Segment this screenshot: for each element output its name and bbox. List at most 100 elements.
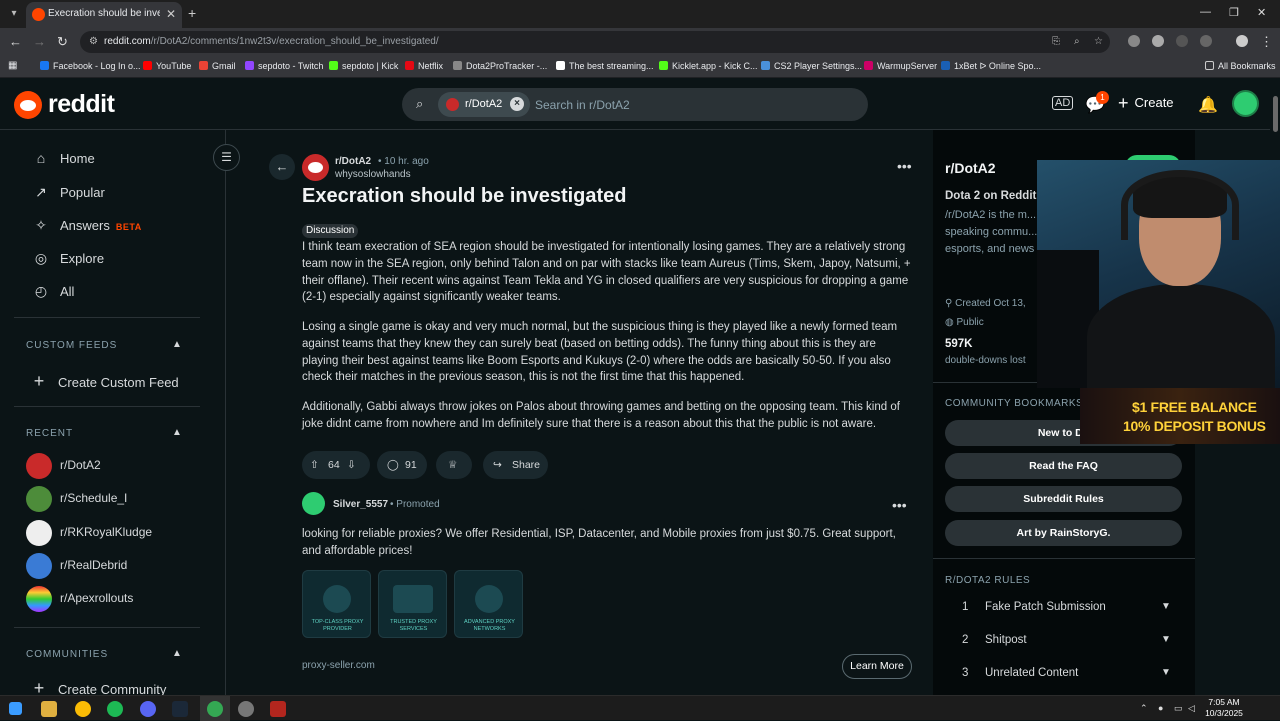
tray-chevron-icon[interactable]: ⌃ bbox=[1140, 703, 1148, 714]
communities-heading[interactable]: COMMUNITIES bbox=[26, 649, 108, 660]
post-overflow-icon[interactable]: ••• bbox=[897, 158, 912, 174]
bookmark-item[interactable]: Kicklet.app - Kick C... bbox=[659, 61, 758, 71]
bookmark-star-icon[interactable]: ☆ bbox=[1094, 36, 1103, 47]
bookmark-item[interactable]: YouTube bbox=[143, 61, 191, 71]
extensions-puzzle-icon[interactable] bbox=[1200, 35, 1212, 47]
post-flair[interactable]: Discussion bbox=[302, 224, 359, 238]
chrome-icon[interactable] bbox=[75, 701, 91, 717]
window-close-icon[interactable]: ✕ bbox=[1257, 6, 1266, 19]
bookmark-item[interactable]: Dota2ProTracker -... bbox=[453, 61, 547, 71]
steam-icon[interactable] bbox=[172, 701, 188, 717]
recent-community[interactable]: r/RKRoyalKludge bbox=[26, 520, 152, 546]
bookmark-button[interactable]: Art by RainStoryG. bbox=[945, 520, 1182, 546]
recent-community[interactable]: r/DotA2 bbox=[26, 453, 101, 479]
minimize-icon[interactable]: — bbox=[1200, 6, 1211, 18]
upvote-icon[interactable]: ⇧ bbox=[310, 459, 319, 471]
apps-icon[interactable]: ▦ bbox=[8, 60, 17, 71]
recent-community[interactable]: r/RealDebrid bbox=[26, 553, 127, 579]
chevron-up-icon[interactable]: ▲ bbox=[172, 339, 182, 350]
create-custom-feed[interactable]: + Create Custom Feed bbox=[30, 371, 179, 392]
bookmark-item[interactable]: Gmail bbox=[199, 61, 236, 71]
tab-close-icon[interactable]: ✕ bbox=[166, 7, 176, 21]
award-button[interactable]: ♕ bbox=[436, 451, 472, 479]
obs-icon[interactable] bbox=[238, 701, 254, 717]
bookmark-button[interactable]: Read the FAQ bbox=[945, 453, 1182, 479]
reddit-wordmark[interactable]: reddit bbox=[48, 90, 115, 119]
promo-card[interactable]: TRUSTED PROXY SERVICES bbox=[378, 570, 447, 638]
share-button[interactable]: ↪ Share bbox=[483, 451, 548, 479]
sidebar-item-popular[interactable]: ↗ Popular bbox=[32, 184, 105, 201]
back-icon[interactable]: ← bbox=[9, 34, 22, 49]
custom-feeds-heading[interactable]: CUSTOM FEEDS bbox=[26, 340, 117, 351]
promo-card[interactable]: TOP-CLASS PROXY PROVIDER bbox=[302, 570, 371, 638]
new-tab-icon[interactable]: + bbox=[188, 5, 196, 21]
address-bar[interactable]: ⚙ reddit.com/r/DotA2/comments/1nw2t3v/ex… bbox=[80, 31, 1110, 53]
bookmark-item[interactable]: sepdoto | Kick bbox=[329, 61, 398, 71]
recent-community[interactable]: r/Schedule_I bbox=[26, 486, 127, 512]
sidebar-item-home[interactable]: ⌂ Home bbox=[32, 150, 95, 166]
recent-community[interactable]: r/Apexrollouts bbox=[26, 586, 133, 612]
profile-icon[interactable] bbox=[1236, 35, 1248, 47]
chrome-active-icon[interactable] bbox=[207, 701, 223, 717]
learn-more-button[interactable]: Learn More bbox=[842, 654, 912, 679]
advertiser-avatar[interactable] bbox=[302, 492, 325, 515]
install-app-icon[interactable]: ⎘ bbox=[1052, 36, 1060, 47]
extension-icon[interactable] bbox=[1152, 35, 1164, 47]
sidebar-item-all[interactable]: ◴ All bbox=[32, 283, 75, 300]
promo-text[interactable]: looking for reliable proxies? We offer R… bbox=[302, 526, 914, 560]
clock[interactable]: 7:05 AM 10/3/2025 bbox=[1202, 697, 1246, 719]
volume-icon[interactable]: ◁ bbox=[1188, 703, 1195, 714]
site-info-icon[interactable]: ⚙ bbox=[89, 36, 98, 47]
user-avatar[interactable] bbox=[1232, 90, 1259, 117]
discord-icon[interactable] bbox=[140, 701, 156, 717]
recent-heading[interactable]: RECENT bbox=[26, 428, 73, 439]
downvote-icon[interactable]: ⇩ bbox=[347, 459, 356, 471]
notification-bell-icon[interactable]: 🔔 bbox=[1198, 95, 1218, 115]
bookmark-item[interactable]: 1xBet ᐅ Online Spo... bbox=[941, 61, 1041, 72]
app-icon[interactable] bbox=[270, 701, 286, 717]
clear-scope-icon[interactable]: × bbox=[510, 97, 524, 111]
bookmark-item[interactable]: WarmupServer bbox=[864, 61, 937, 71]
file-explorer-icon[interactable] bbox=[41, 701, 57, 717]
promo-domain[interactable]: proxy-seller.com bbox=[302, 660, 375, 671]
search-scope-chip[interactable]: r/DotA2 × bbox=[438, 92, 530, 117]
all-bookmarks[interactable]: All Bookmarks bbox=[1205, 61, 1276, 71]
zoom-icon[interactable]: ⌕ bbox=[1074, 36, 1080, 47]
chrome-menu-icon[interactable]: ⋮ bbox=[1260, 34, 1273, 50]
comments-button[interactable]: ◯ 91 bbox=[377, 451, 427, 479]
promo-card[interactable]: ADVANCED PROXY NETWORKS bbox=[454, 570, 523, 638]
chevron-up-icon[interactable]: ▲ bbox=[172, 648, 182, 659]
browser-tab[interactable]: Execration should be investigated ✕ bbox=[26, 2, 182, 28]
bookmark-item[interactable]: Facebook - Log In o... bbox=[40, 61, 141, 71]
post-author[interactable]: whysoslowhands bbox=[335, 169, 411, 180]
network-icon[interactable]: ▭ bbox=[1174, 703, 1183, 714]
chevron-up-icon[interactable]: ▲ bbox=[172, 427, 182, 438]
bookmark-item[interactable]: Netflix bbox=[405, 61, 443, 71]
bookmark-item[interactable]: sepdoto - Twitch bbox=[245, 61, 323, 71]
bookmark-item[interactable]: The best streaming... bbox=[556, 61, 654, 71]
community-title[interactable]: r/DotA2 bbox=[945, 160, 996, 176]
subreddit-avatar[interactable] bbox=[302, 154, 329, 181]
bookmark-item[interactable]: CS2 Player Settings... bbox=[761, 61, 862, 71]
extension-icon[interactable] bbox=[1128, 35, 1140, 47]
promo-overflow-icon[interactable]: ••• bbox=[892, 497, 907, 513]
sidebar-item-answers[interactable]: ✧ Answers BETA bbox=[32, 217, 142, 234]
back-button[interactable]: ← bbox=[269, 154, 295, 180]
windows-start-icon[interactable] bbox=[9, 702, 22, 715]
mic-icon[interactable]: ● bbox=[1158, 703, 1163, 713]
spotify-icon[interactable] bbox=[107, 701, 123, 717]
advertise-icon[interactable]: AD bbox=[1052, 96, 1074, 110]
advertiser-name[interactable]: Silver_5557 bbox=[333, 499, 388, 510]
bookmark-button[interactable]: Subreddit Rules bbox=[945, 486, 1182, 512]
extension-icon[interactable] bbox=[1176, 35, 1188, 47]
collapse-sidebar-button[interactable]: ☰ bbox=[213, 144, 240, 171]
forward-icon[interactable]: → bbox=[33, 34, 46, 49]
reddit-logo-icon[interactable] bbox=[14, 91, 42, 119]
reload-icon[interactable]: ↻ bbox=[57, 34, 68, 50]
post-subreddit[interactable]: r/DotA2 bbox=[335, 156, 371, 167]
restore-icon[interactable]: ❐ bbox=[1229, 6, 1239, 19]
tab-search-icon[interactable]: ▾ bbox=[6, 6, 22, 22]
sidebar-item-explore[interactable]: ◎ Explore bbox=[32, 250, 104, 267]
search-input[interactable]: ⌕ r/DotA2 × Search in r/DotA2 bbox=[402, 88, 868, 121]
create-button[interactable]: + Create bbox=[1118, 93, 1174, 114]
